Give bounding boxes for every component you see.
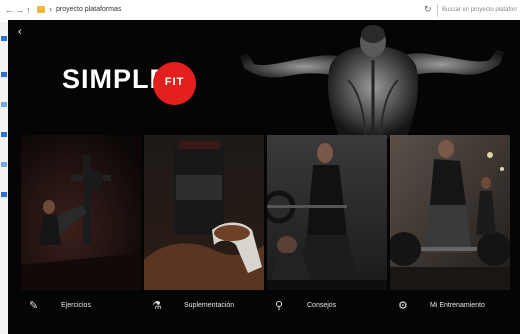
logo-badge-text: FIT	[164, 76, 185, 88]
sidebar-item-icon[interactable]	[1, 192, 7, 197]
nav-forward-button[interactable]: →	[15, 5, 24, 15]
card-label: Suplementación	[184, 302, 235, 309]
nav-up-button[interactable]: ↑	[26, 5, 31, 15]
breadcrumb-separator: ›	[49, 4, 52, 14]
training-photo-illustration	[390, 135, 510, 290]
sidebar-item-icon[interactable]	[1, 132, 7, 137]
sidebar-item-icon[interactable]	[1, 72, 7, 77]
card-caption-bar: ⚲ Consejos	[267, 290, 387, 325]
card-photo	[144, 135, 264, 290]
back-icon[interactable]: ‹	[18, 26, 22, 38]
card-caption-bar: ✎ Ejercicios	[21, 290, 141, 325]
dumbbell-icon: ✎	[29, 300, 39, 312]
folder-icon	[37, 6, 45, 13]
card-caption-bar: ⚗ Suplementación	[144, 290, 264, 325]
category-cards: ✎ Ejercicios ⚗ Suplementación ⚲ Consejos…	[21, 135, 510, 325]
card-ejercicios[interactable]: ✎ Ejercicios	[21, 135, 141, 325]
app-window: ‹ ✕ SIMPLE FIT	[8, 20, 520, 334]
card-mi-entrenamiento[interactable]: ⚙ Mi Entrenamiento	[390, 135, 510, 325]
card-photo	[390, 135, 510, 290]
card-caption-bar: ⚙ Mi Entrenamiento	[390, 290, 510, 325]
card-photo	[267, 135, 387, 290]
explorer-sidebar	[0, 22, 8, 334]
advice-photo-illustration	[267, 135, 387, 290]
search-input[interactable]: Buscar en proyecto plataformas	[437, 4, 517, 17]
sidebar-item-icon[interactable]	[1, 102, 7, 107]
breadcrumb-path[interactable]: proyecto plataformas	[56, 6, 121, 13]
sidebar-item-icon[interactable]	[1, 162, 7, 167]
card-label: Mi Entrenamiento	[430, 302, 485, 309]
card-suplementacion[interactable]: ⚗ Suplementación	[144, 135, 264, 325]
card-photo	[21, 135, 141, 290]
advice-icon: ⚲	[275, 300, 284, 312]
hero-athlete-image	[218, 20, 520, 138]
nav-back-button[interactable]: ←	[5, 5, 14, 15]
card-label: Ejercicios	[61, 302, 91, 309]
exercise-photo-illustration	[21, 135, 141, 290]
sidebar-item-icon[interactable]	[1, 36, 7, 41]
refresh-button[interactable]: ↻	[424, 4, 432, 15]
supplement-icon: ⚗	[152, 300, 162, 312]
card-label: Consejos	[307, 302, 337, 309]
hero-athlete-illustration	[218, 20, 520, 138]
supplement-photo-illustration	[144, 135, 264, 290]
card-consejos[interactable]: ⚲ Consejos	[267, 135, 387, 325]
training-icon: ⚙	[398, 300, 408, 312]
